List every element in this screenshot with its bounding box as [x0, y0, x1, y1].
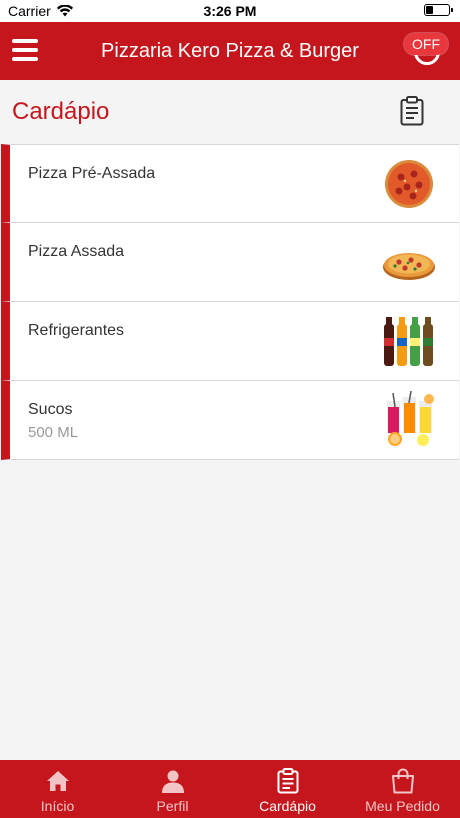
baked-pizza-icon [383, 253, 435, 280]
juice-glasses-icon [387, 391, 434, 446]
tab-inicio[interactable]: Início [0, 760, 115, 818]
header-title: Pizzaria Kero Pizza & Burger [101, 40, 359, 62]
menu-item-name: Refrigerantes [28, 322, 125, 339]
tab-label: Início [40, 798, 75, 814]
shopping-bag-icon [391, 768, 414, 794]
tab-bar: Início Perfil Cardápio Meu Pedido [0, 760, 460, 818]
menu-item-pizza-pre-assada[interactable]: Pizza Pré-Assada [1, 144, 459, 223]
clipboard-icon [277, 768, 298, 794]
menu-item-pizza-assada[interactable]: Pizza Assada [1, 223, 459, 302]
soda-bottles-icon [384, 317, 433, 366]
menu-item-subtitle: 500 ML [28, 424, 79, 441]
status-badge: OFF [404, 33, 448, 55]
menu-item-sucos[interactable]: Sucos 500 ML [1, 381, 459, 460]
tab-label: Meu Pedido [365, 798, 440, 814]
pepperoni-pizza-icon [385, 160, 433, 208]
user-icon [161, 770, 184, 793]
tab-label: Perfil [156, 798, 189, 814]
home-icon [46, 771, 69, 791]
menu-item-refrigerantes[interactable]: Refrigerantes [1, 302, 459, 381]
status-bar: Carrier 3:26 PM [0, 0, 460, 22]
menu-item-name: Sucos [28, 401, 73, 418]
app-header: Pizzaria Kero Pizza & Burger OFF [0, 22, 460, 80]
menu-item-name: Pizza Assada [28, 243, 125, 260]
menu-item-name: Pizza Pré-Assada [28, 165, 156, 182]
menu-icon[interactable] [12, 39, 38, 61]
battery-icon [424, 4, 453, 16]
tab-meu-pedido[interactable]: Meu Pedido [345, 760, 460, 818]
status-time: 3:26 PM [203, 3, 257, 19]
page-title: Cardápio [12, 98, 110, 125]
clipboard-icon[interactable] [400, 96, 424, 126]
menu-list: Pizza Pré-Assada Pizza Assada Refrigeran… [0, 144, 460, 460]
tab-label: Cardápio [259, 798, 316, 814]
tab-perfil[interactable]: Perfil [115, 760, 230, 818]
tab-cardapio[interactable]: Cardápio [230, 760, 345, 818]
store-status-button[interactable]: OFF [404, 29, 448, 73]
